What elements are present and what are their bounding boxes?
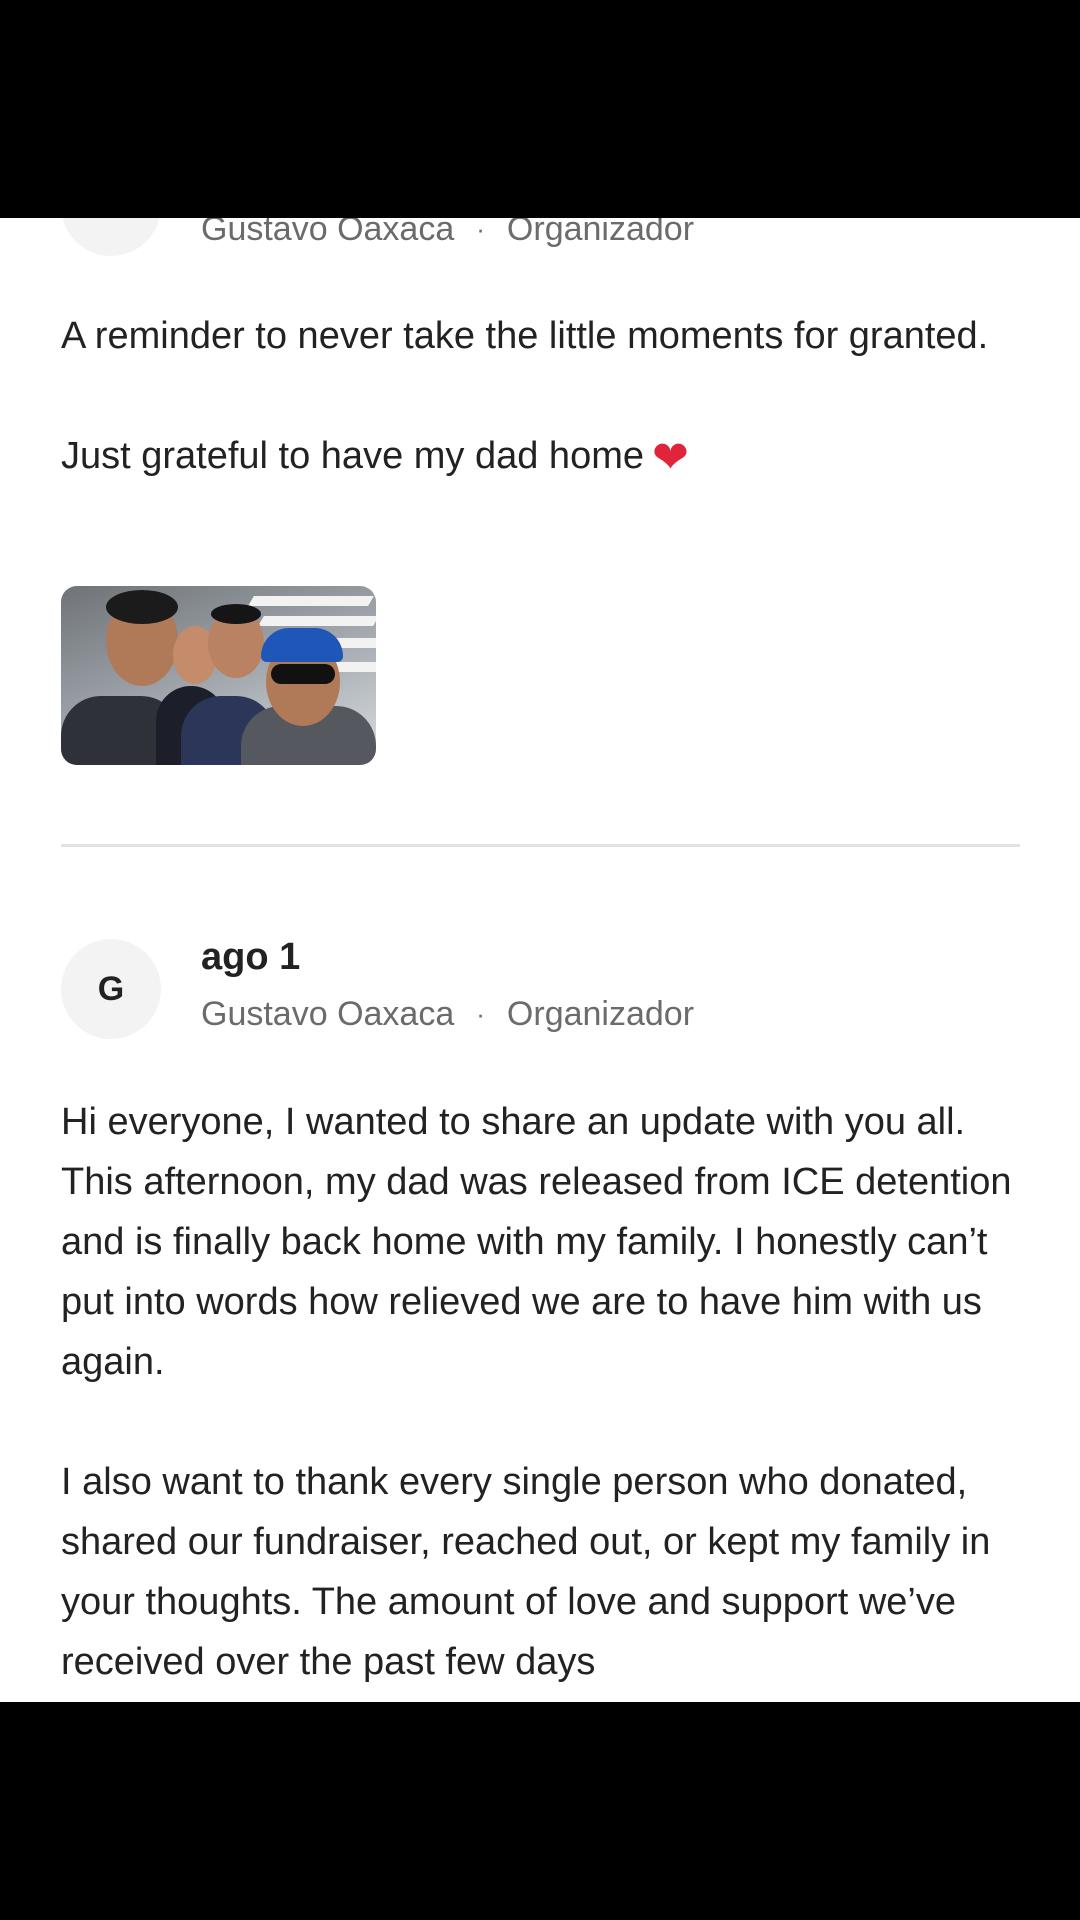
author-role: Organizador <box>506 218 695 248</box>
update-body: A reminder to never take the little mome… <box>61 306 1021 488</box>
author-name: Gustavo Oaxaca <box>201 218 455 248</box>
update-paragraph: A reminder to never take the little mome… <box>61 315 989 357</box>
update-date: ago 1 <box>201 936 301 978</box>
author-meta: Gustavo Oaxaca · Organizador <box>201 995 694 1034</box>
author-role: Organizador <box>506 995 695 1033</box>
heart-emoji-icon: ❤ <box>652 433 689 482</box>
update-paragraph: I also want to thank every single person… <box>61 1461 991 1683</box>
update-photo[interactable] <box>61 586 376 765</box>
author-meta: Gustavo Oaxaca · Organizador <box>201 218 694 249</box>
author-avatar <box>61 218 161 256</box>
update-body: Hi everyone, I wanted to share an update… <box>61 1092 1021 1692</box>
author-avatar: G <box>61 939 161 1039</box>
meta-separator: · <box>476 218 485 244</box>
update-divider <box>61 844 1020 847</box>
meta-separator: · <box>476 999 485 1029</box>
update-paragraph: Just grateful to have my dad home ❤ <box>61 433 689 482</box>
update-feed[interactable]: Gustavo Oaxaca · Organizador A reminder … <box>0 218 1080 1702</box>
author-name: Gustavo Oaxaca <box>201 995 455 1033</box>
update-paragraph: Hi everyone, I wanted to share an update… <box>61 1101 1012 1383</box>
